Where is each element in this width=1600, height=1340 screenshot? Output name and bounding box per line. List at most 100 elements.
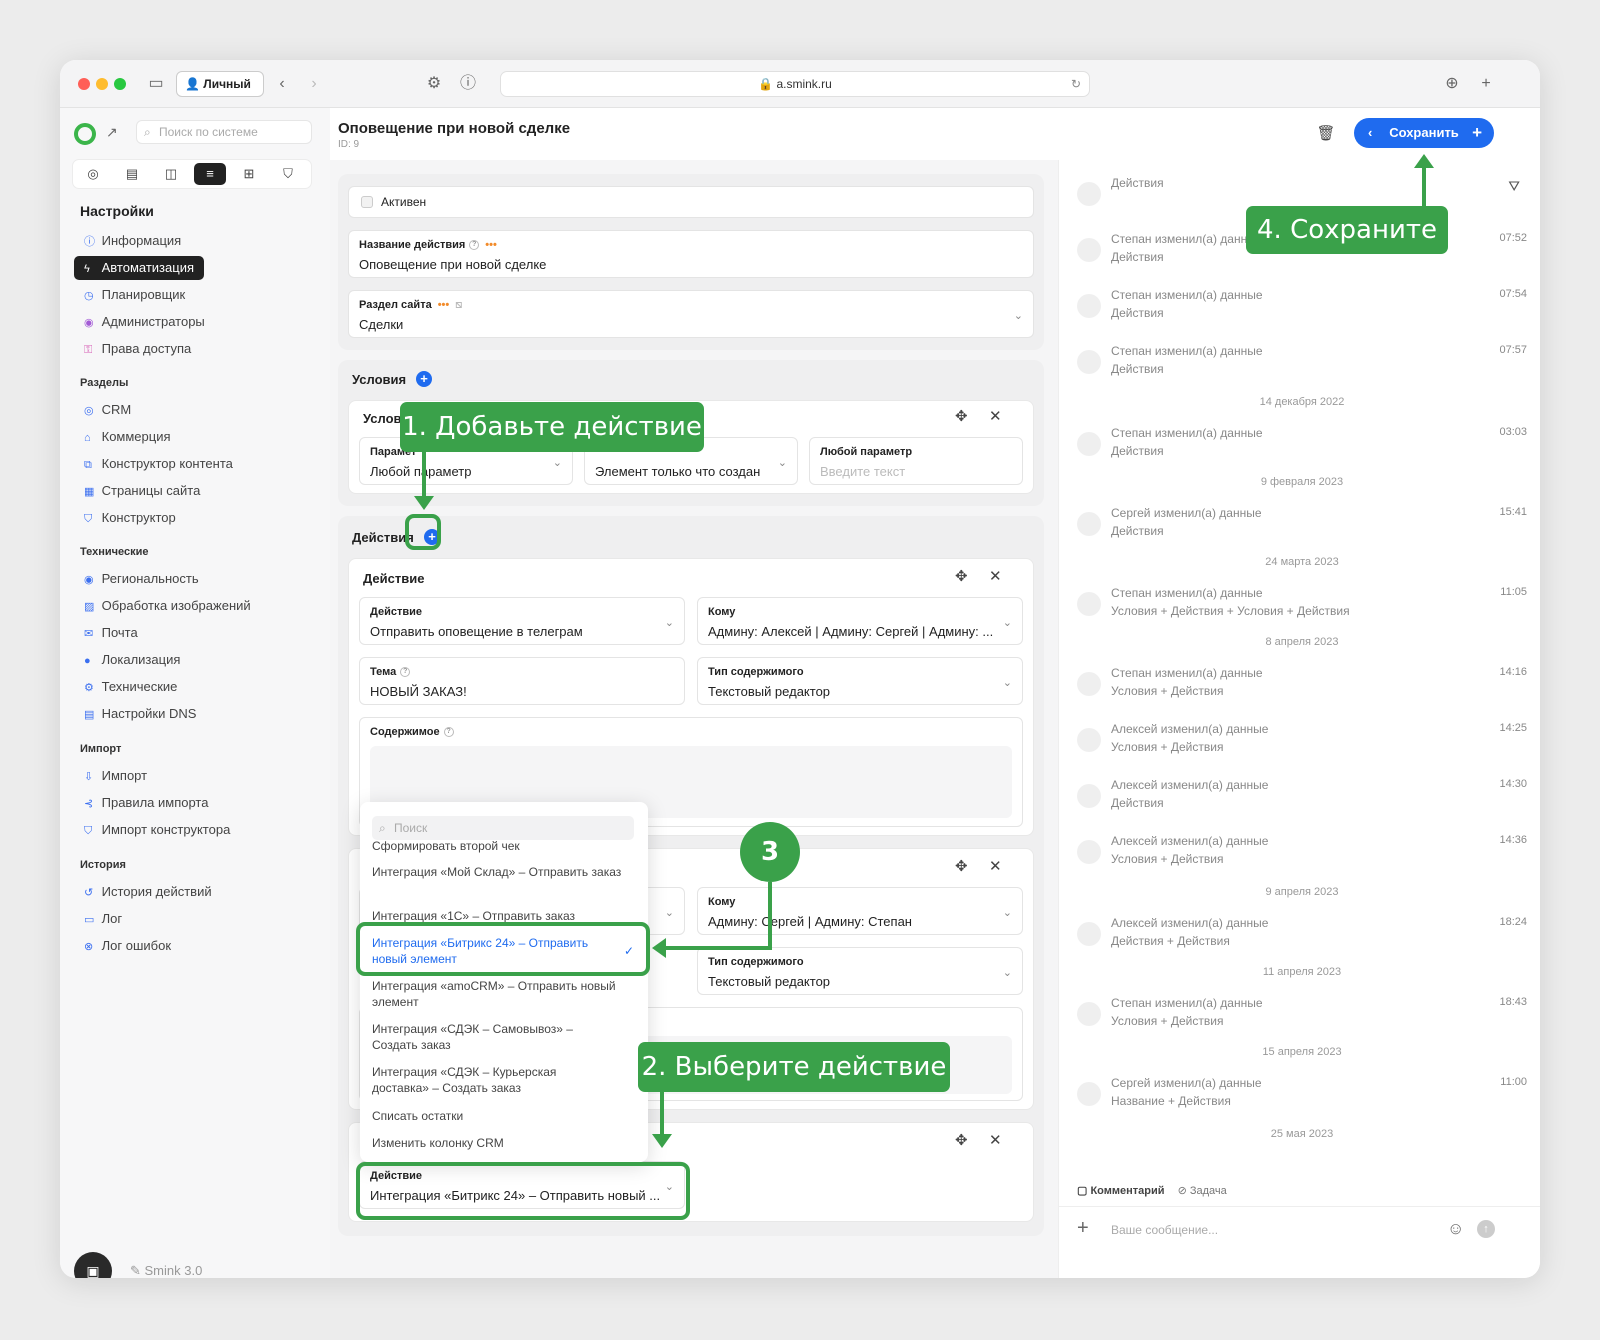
content-type-select[interactable]: Тип содержимого Текстовый редактор ⌄ <box>697 657 1023 705</box>
zoom-window-button[interactable] <box>114 78 126 90</box>
system-search-input[interactable]: ⌕ Поиск по системе <box>136 120 312 144</box>
more-dots-icon[interactable]: ••• <box>438 299 450 311</box>
active-checkbox[interactable] <box>361 196 373 208</box>
hidden-icon[interactable]: ⧅ <box>455 299 462 311</box>
dropdown-option[interactable]: Списать остатки <box>372 1108 634 1124</box>
forward-icon[interactable]: › <box>304 74 324 94</box>
comment-tab[interactable]: ▢ Комментарий <box>1077 1185 1165 1197</box>
dropdown-option[interactable]: Сформировать второй чек <box>372 838 634 854</box>
sidebar-item-import-rules[interactable]: ⊰ Правила импорта <box>74 791 208 815</box>
sidebar-item-access[interactable]: ⚿ Права доступа <box>74 337 191 361</box>
sidebar-item-info[interactable]: ⓘ Информация <box>74 229 181 253</box>
log-entry[interactable]: Степан изменил(а) данные Условия + Действ… <box>1077 996 1527 1036</box>
sidebar-item-technical[interactable]: ⚙ Технические <box>74 675 177 699</box>
emoji-icon[interactable]: ☺ <box>1447 1219 1464 1239</box>
sidebar-item-commerce[interactable]: ⌂ Коммерция <box>74 425 171 449</box>
log-entry[interactable]: Степан изменил(а) данные Действия 03:03 <box>1077 426 1527 466</box>
minimize-window-button[interactable] <box>96 78 108 90</box>
sidebar-item-localization[interactable]: ● Локализация <box>74 648 180 672</box>
recipients-select-2[interactable]: Кому Админу: Сергей | Админу: Степан ⌄ <box>697 887 1023 935</box>
log-entry[interactable]: Степан изменил(а) данные Условия + Действ… <box>1077 586 1527 626</box>
help-icon[interactable]: ? <box>443 727 454 738</box>
sidebar-item-crm[interactable]: ◎ CRM <box>74 398 131 422</box>
tab-dashboard-icon[interactable]: ◎ <box>77 163 109 185</box>
sidebar-item-scheduler[interactable]: ◷ Планировщик <box>74 283 185 307</box>
task-tab[interactable]: ⊘ Задача <box>1178 1185 1227 1197</box>
new-tab-icon[interactable]: + <box>1476 74 1496 94</box>
close-icon[interactable]: ✕ <box>989 857 1002 875</box>
log-entry[interactable]: Сергей изменил(а) данные Действия 15:41 <box>1077 506 1527 546</box>
dropdown-option[interactable]: Изменить колонку CRM <box>372 1135 634 1151</box>
back-icon[interactable]: ‹ <box>272 74 292 94</box>
download-icon[interactable]: ⊕ <box>1442 74 1462 94</box>
sidebar-item-import[interactable]: ⇩ Импорт <box>74 764 147 788</box>
action-name-field[interactable]: Название действия? ••• Оповещение при нов… <box>348 230 1034 278</box>
profile-selector[interactable]: 👤 Личный ⌄ <box>176 71 264 115</box>
close-window-button[interactable] <box>78 78 90 90</box>
recipients-select[interactable]: Кому Админу: Алексей | Админу: Сергей | … <box>697 597 1023 645</box>
dropdown-option[interactable]: Интеграция «Мой Склад» – Отправить заказ <box>372 864 634 880</box>
tab-add-icon[interactable]: ⊞ <box>233 163 265 185</box>
log-entry[interactable]: Алексей изменил(а) данные Условия + Дейст… <box>1077 722 1527 762</box>
sidebar-item-regional[interactable]: ◉ Региональность <box>74 567 199 591</box>
active-checkbox-row[interactable]: Активен <box>348 186 1034 218</box>
sidebar-item-action-history[interactable]: ↺ История действий <box>74 880 212 904</box>
sidebar-item-error-log[interactable]: ⊗ Лог ошибок <box>74 934 171 958</box>
close-icon[interactable]: ✕ <box>989 407 1002 425</box>
attach-plus-icon[interactable]: + <box>1077 1217 1089 1240</box>
sidebar-toggle-icon[interactable]: ▭ <box>146 74 166 94</box>
add-condition-button[interactable]: + <box>416 371 432 387</box>
sidebar-item-mail[interactable]: ✉ Почта <box>74 621 138 645</box>
reload-icon[interactable]: ↻ <box>1071 72 1081 96</box>
tab-constructor-icon[interactable]: ⛉ <box>272 163 304 185</box>
more-dots-icon[interactable]: ••• <box>485 239 497 251</box>
subject-field[interactable]: Тема? НОВЫЙ ЗАКАЗ! <box>359 657 685 705</box>
smink-logo-icon[interactable] <box>74 123 96 145</box>
chat-button[interactable]: ▣ <box>74 1252 112 1278</box>
info-icon[interactable]: ⓘ <box>458 74 478 94</box>
drag-handle-icon[interactable]: ✥ <box>955 857 968 875</box>
site-section-select[interactable]: Раздел сайта ••• ⧅ Сделки ⌄ <box>348 290 1034 338</box>
dropdown-option[interactable]: Интеграция «СДЭК – Самовывоз» – Создать … <box>372 1021 602 1053</box>
sidebar-item-import-constructor[interactable]: ⛉ Импорт конструктора <box>74 818 230 842</box>
tab-layout-icon[interactable]: ▤ <box>116 163 148 185</box>
sidebar-item-image-processing[interactable]: ▨ Обработка изображений <box>74 594 251 618</box>
save-button[interactable]: ‹ Сохранить + <box>1354 118 1494 148</box>
log-entry[interactable]: Сергей изменил(а) данные Название + Дейст… <box>1077 1076 1527 1116</box>
sidebar-item-constructor[interactable]: ⛉ Конструктор <box>74 506 176 530</box>
log-entry[interactable]: Алексей изменил(а) данные Действия 14:30 <box>1077 778 1527 818</box>
settings-gear-icon[interactable]: ⚙ <box>424 74 444 94</box>
log-entry[interactable]: Степан изменил(а) данные Действия 07:54 <box>1077 288 1527 328</box>
log-entry[interactable]: Степан изменил(а) данные Действия 07:57 <box>1077 344 1527 384</box>
help-icon[interactable]: ? <box>469 240 480 251</box>
external-link-icon[interactable]: ↗ <box>106 124 118 141</box>
tab-book-icon[interactable]: ◫ <box>155 163 187 185</box>
tab-settings-icon[interactable]: ≡ <box>194 163 226 185</box>
image-icon: ▨ <box>84 601 95 613</box>
sidebar-item-admins[interactable]: ◉ Администраторы <box>74 310 205 334</box>
condition-value-input[interactable]: Любой параметр Введите текст <box>809 437 1023 485</box>
help-icon[interactable]: ? <box>400 667 411 678</box>
close-icon[interactable]: ✕ <box>989 1131 1002 1149</box>
dropdown-option[interactable]: Интеграция «СДЭК – Курьерская доставка» … <box>372 1064 592 1096</box>
log-entry[interactable]: Алексей изменил(а) данные Условия + Дейст… <box>1077 834 1527 874</box>
trash-icon[interactable]: 🗑 <box>1316 124 1336 144</box>
drag-handle-icon[interactable]: ✥ <box>955 1131 968 1149</box>
log-entry[interactable]: Степан изменил(а) данные Условия + Действ… <box>1077 666 1527 706</box>
drag-handle-icon[interactable]: ✥ <box>955 567 968 585</box>
sidebar-item-automation[interactable]: ϟ Автоматизация <box>74 256 204 280</box>
close-icon[interactable]: ✕ <box>989 567 1002 585</box>
log-entry[interactable]: Алексей изменил(а) данные Действия + Дейс… <box>1077 916 1527 956</box>
send-icon[interactable]: ↑ <box>1477 1220 1495 1238</box>
message-input[interactable]: Ваше сообщение... <box>1111 1223 1218 1237</box>
dropdown-option[interactable]: Интеграция «amoCRM» – Отправить новый эл… <box>372 978 634 1010</box>
drag-handle-icon[interactable]: ✥ <box>955 407 968 425</box>
sidebar-item-content-builder[interactable]: ⧉ Конструктор контента <box>74 452 233 476</box>
address-bar[interactable]: 🔒 a.smink.ru ↻ <box>500 71 1090 97</box>
sidebar-item-log[interactable]: ▭ Лог <box>74 907 122 931</box>
sidebar-item-site-pages[interactable]: ▦ Страницы сайта <box>74 479 200 503</box>
sidebar-item-dns[interactable]: ▤ Настройки DNS <box>74 702 196 726</box>
dropdown-search-input[interactable]: ⌕ Поиск <box>372 816 634 840</box>
action-type-select[interactable]: Действие Отправить оповещение в телеграм… <box>359 597 685 645</box>
content-type-select-2[interactable]: Тип содержимого Текстовый редактор ⌄ <box>697 947 1023 995</box>
